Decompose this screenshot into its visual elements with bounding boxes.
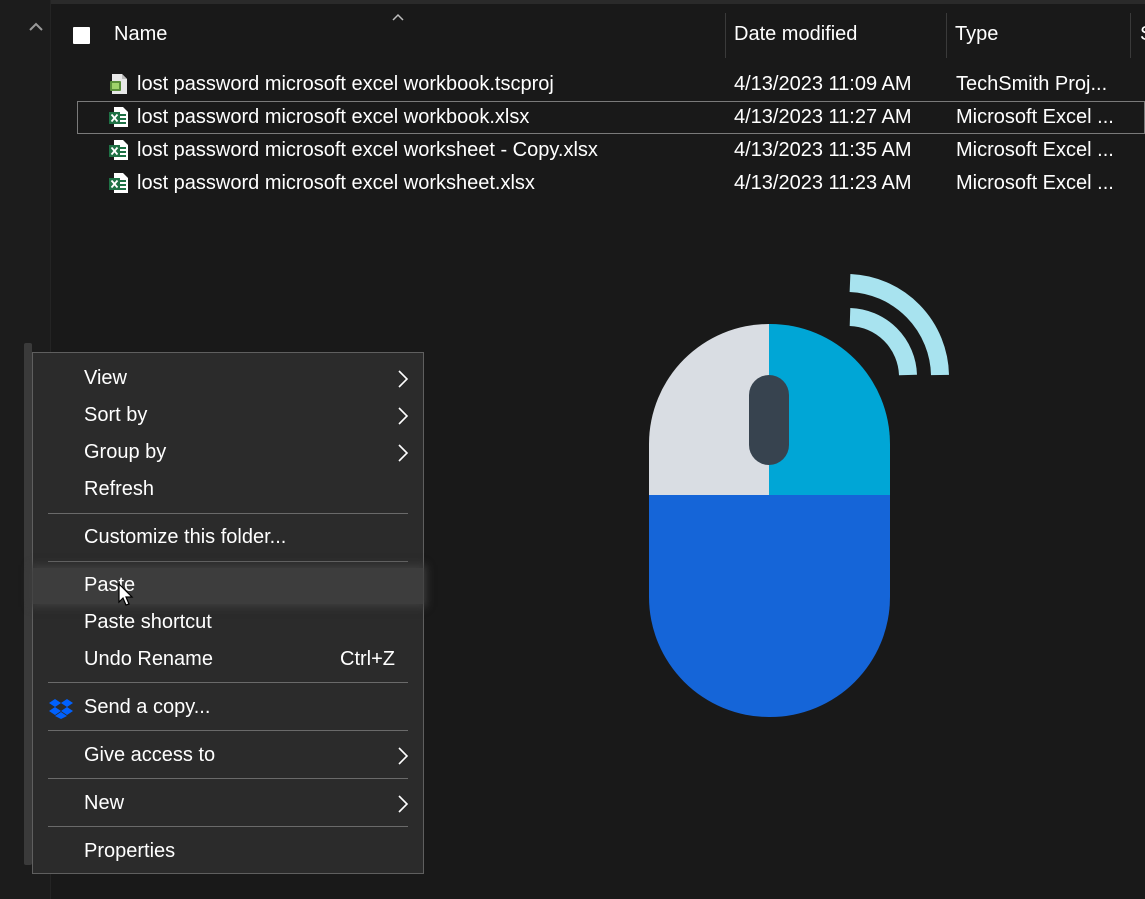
menu-separator [48,513,408,514]
menu-item-label: Customize this folder... [84,526,287,548]
file-row[interactable]: lost password microsoft excel workbook.t… [51,68,1145,101]
submenu-chevron-right-icon [398,370,409,388]
select-all-checkbox[interactable] [73,27,90,44]
column-divider[interactable] [946,13,947,58]
menu-item-label: Refresh [84,478,155,500]
column-divider[interactable] [1130,13,1131,58]
file-type: Microsoft Excel ... [956,106,1114,128]
menu-item-customize-folder[interactable]: Customize this folder... [33,520,423,556]
file-date-modified: 4/13/2023 11:35 AM [734,139,912,161]
menu-separator [48,730,408,731]
column-header-size[interactable]: S [1140,23,1145,46]
menu-item-send-a-copy[interactable]: Send a copy... [33,690,423,726]
menu-item-label: Sort by [84,404,148,426]
file-list: lost password microsoft excel workbook.t… [51,68,1145,200]
top-border [50,0,1145,4]
submenu-chevron-right-icon [398,444,409,462]
menu-item-undo-rename[interactable]: Undo Rename Ctrl+Z [33,642,423,678]
wireless-mouse-illustration [649,274,949,717]
menu-item-label: View [84,367,127,389]
file-row[interactable]: lost password microsoft excel worksheet … [51,134,1145,167]
submenu-chevron-right-icon [398,407,409,425]
column-divider[interactable] [725,13,726,58]
nav-scrollbar-thumb[interactable] [24,343,32,865]
sort-ascending-caret-icon [392,13,404,21]
context-menu: View Sort by Group by Refresh Customize … [32,352,424,874]
menu-item-label: Properties [84,840,176,862]
excel-file-icon [109,140,128,160]
menu-item-label: Undo Rename [84,648,213,670]
menu-item-properties[interactable]: Properties [33,834,423,870]
file-name: lost password microsoft excel worksheet.… [137,172,535,194]
file-name: lost password microsoft excel worksheet … [137,139,598,161]
column-header-name[interactable]: Name [114,23,167,46]
file-date-modified: 4/13/2023 11:27 AM [734,106,912,128]
menu-item-label: Group by [84,441,167,463]
menu-separator [48,561,408,562]
menu-item-label: Send a copy... [84,696,211,718]
menu-item-paste-shortcut[interactable]: Paste shortcut [33,605,423,641]
menu-item-label: Paste shortcut [84,611,212,633]
menu-item-sort-by[interactable]: Sort by [33,398,423,434]
file-explorer-window: Name Date modified Type S lost password … [0,0,1145,899]
menu-item-label: Give access to [84,744,216,766]
menu-item-refresh[interactable]: Refresh [33,472,423,508]
file-date-modified: 4/13/2023 11:09 AM [734,73,912,95]
column-header-bar: Name Date modified Type S [51,10,1145,60]
file-date-modified: 4/13/2023 11:23 AM [734,172,912,194]
submenu-chevron-right-icon [398,795,409,813]
file-row[interactable]: lost password microsoft excel worksheet.… [51,167,1145,200]
excel-file-icon [109,107,128,127]
column-header-date-modified[interactable]: Date modified [734,23,857,46]
file-row-selected[interactable]: lost password microsoft excel workbook.x… [77,101,1145,134]
file-name: lost password microsoft excel workbook.x… [137,106,530,128]
menu-separator [48,682,408,683]
menu-item-group-by[interactable]: Group by [33,435,423,471]
techsmith-project-icon [110,74,127,94]
menu-item-give-access-to[interactable]: Give access to [33,738,423,774]
scroll-up-chevron-icon[interactable] [27,18,45,36]
file-type: Microsoft Excel ... [956,139,1114,161]
file-type: Microsoft Excel ... [956,172,1114,194]
menu-separator [48,778,408,779]
column-header-type[interactable]: Type [955,23,998,46]
mouse-pointer-cursor-icon [118,583,134,606]
file-type: TechSmith Proj... [956,73,1108,95]
keyboard-shortcut-label: Ctrl+Z [340,648,395,670]
file-name: lost password microsoft excel workbook.t… [137,73,554,95]
menu-item-paste[interactable]: Paste [33,568,423,604]
dropbox-icon [49,699,73,719]
excel-file-icon [109,173,128,193]
menu-separator [48,826,408,827]
menu-item-view[interactable]: View [33,361,423,397]
menu-item-new[interactable]: New [33,786,423,822]
menu-item-label: New [84,792,125,814]
submenu-chevron-right-icon [398,747,409,765]
